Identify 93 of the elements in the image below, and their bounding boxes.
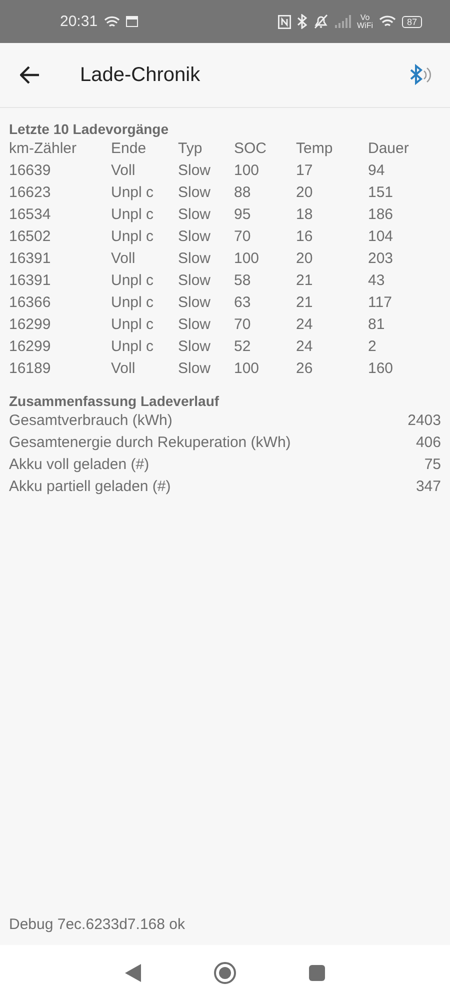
signal-icon <box>334 15 351 28</box>
hotspot-icon <box>104 14 120 28</box>
table-cell-text: 16299 <box>9 315 52 335</box>
table-cell-text: Voll <box>111 249 136 269</box>
table-cell-text: 100 <box>234 249 260 269</box>
table-cell-text: 81 <box>368 315 386 335</box>
table-cell-text: 100 <box>234 161 260 181</box>
table-cell-text: 58 <box>234 271 252 291</box>
table-cell-text: 186 <box>368 205 394 225</box>
table-cell-text: 16 <box>296 227 314 247</box>
table-cell-text: 16623 <box>9 183 52 203</box>
table-cell-text: Slow <box>178 359 212 379</box>
summary-label: Akku partiell geladen (#) <box>9 477 171 497</box>
table-cell-text: 21 <box>296 271 314 291</box>
vowifi-label: Vo WiFi <box>356 14 373 30</box>
table-cell-text: 100 <box>234 359 260 379</box>
summary-value: 75 <box>424 455 441 475</box>
table-cell-text: 18 <box>296 205 314 225</box>
table-cell-text: 16534 <box>9 205 52 225</box>
table-cell-text: 52 <box>234 337 252 357</box>
table-cell-text: Slow <box>178 249 212 269</box>
table-cell-text: Voll <box>111 161 136 181</box>
table-cell-text: 16189 <box>9 359 52 379</box>
table-cell-text: 104 <box>368 227 394 247</box>
summary-label: Gesamtenergie durch Rekuperation (kWh) <box>9 433 291 453</box>
table-cell-text: 17 <box>296 161 314 181</box>
summary-label: Gesamtverbrauch (kWh) <box>9 411 172 431</box>
table-cell-text: 2 <box>368 337 378 357</box>
table-cell-text: Voll <box>111 359 136 379</box>
table-cell-text: 16366 <box>9 293 52 313</box>
wifi-icon <box>378 15 396 28</box>
summary-value: 2403 <box>408 411 441 431</box>
column-header: Typ <box>178 139 204 159</box>
table-cell-text: Slow <box>178 205 212 225</box>
column-header: Temp <box>296 139 334 159</box>
table-cell-text: Slow <box>178 161 212 181</box>
nfc-icon <box>278 14 291 28</box>
muted-bell-icon <box>312 14 329 29</box>
table-cell-text: 117 <box>368 293 393 313</box>
bluetooth-icon <box>296 14 307 29</box>
table-cell-text: Unpl c <box>111 205 155 225</box>
calendar-icon <box>126 16 138 27</box>
table-cell-text: Unpl c <box>111 227 155 247</box>
table-cell-text: Unpl c <box>111 183 155 203</box>
summary-value: 406 <box>416 433 441 453</box>
table-cell-text: 88 <box>234 183 252 203</box>
table-cell-text: 16391 <box>9 271 52 291</box>
recents-nav-icon[interactable] <box>309 964 325 980</box>
table-cell-text: Slow <box>178 183 212 203</box>
column-header: Ende <box>111 139 148 159</box>
table-cell-text: 16639 <box>9 161 52 181</box>
table-cell-text: 16299 <box>9 337 52 357</box>
table-cell-text: 203 <box>368 249 394 269</box>
table-cell-text: 94 <box>368 161 386 181</box>
column-header: km-Zähler <box>9 139 78 159</box>
table-cell-text: Slow <box>178 337 212 357</box>
table-cell-text: 26 <box>296 359 314 379</box>
table-cell-text: Slow <box>178 293 212 313</box>
table-cell-text: 160 <box>368 359 394 379</box>
table-cell-text: 95 <box>234 205 252 225</box>
table-cell-text: Unpl c <box>111 293 155 313</box>
table-cell-text: Unpl c <box>111 271 155 291</box>
table-cell-text: 24 <box>296 315 314 335</box>
column-header: SOC <box>234 139 268 159</box>
table-cell-text: 20 <box>296 249 314 269</box>
summary-value: 347 <box>416 477 441 497</box>
screen-title: Lade-Chronik <box>80 64 202 86</box>
table-cell-text: 16502 <box>9 227 52 247</box>
table-cell-text: Unpl c <box>111 337 155 357</box>
section-heading: Zusammenfassung Ladeverlauf <box>9 392 220 410</box>
table-cell-text: 16391 <box>9 249 52 269</box>
table-cell-text: 63 <box>234 293 252 313</box>
bluetooth-connection-button[interactable] <box>408 63 434 87</box>
table-cell-text: Unpl c <box>111 315 155 335</box>
column-header: Dauer <box>368 139 410 159</box>
table-cell-text: 70 <box>234 315 252 335</box>
table-cell-text: 70 <box>234 227 252 247</box>
table-cell-text: 24 <box>296 337 314 357</box>
table-cell-text: Slow <box>178 271 212 291</box>
section-heading: Letzte 10 Ladevorgänge <box>9 120 170 138</box>
table-cell-text: 20 <box>296 183 314 203</box>
home-nav-icon[interactable] <box>213 960 237 984</box>
table-cell-text: Slow <box>178 315 212 335</box>
table-cell-text: 151 <box>368 183 394 203</box>
back-button[interactable] <box>20 66 40 84</box>
table-cell-text: 21 <box>296 293 314 313</box>
summary-label: Akku voll geladen (#) <box>9 455 150 475</box>
table-cell-text: 43 <box>368 271 386 291</box>
back-nav-icon[interactable] <box>125 964 141 982</box>
debug-status: Debug 7ec.6233d7.168 ok <box>9 916 185 933</box>
battery-indicator: 87 <box>402 16 422 28</box>
status-time: 20:31 <box>60 13 98 30</box>
table-cell-text: Slow <box>178 227 212 247</box>
